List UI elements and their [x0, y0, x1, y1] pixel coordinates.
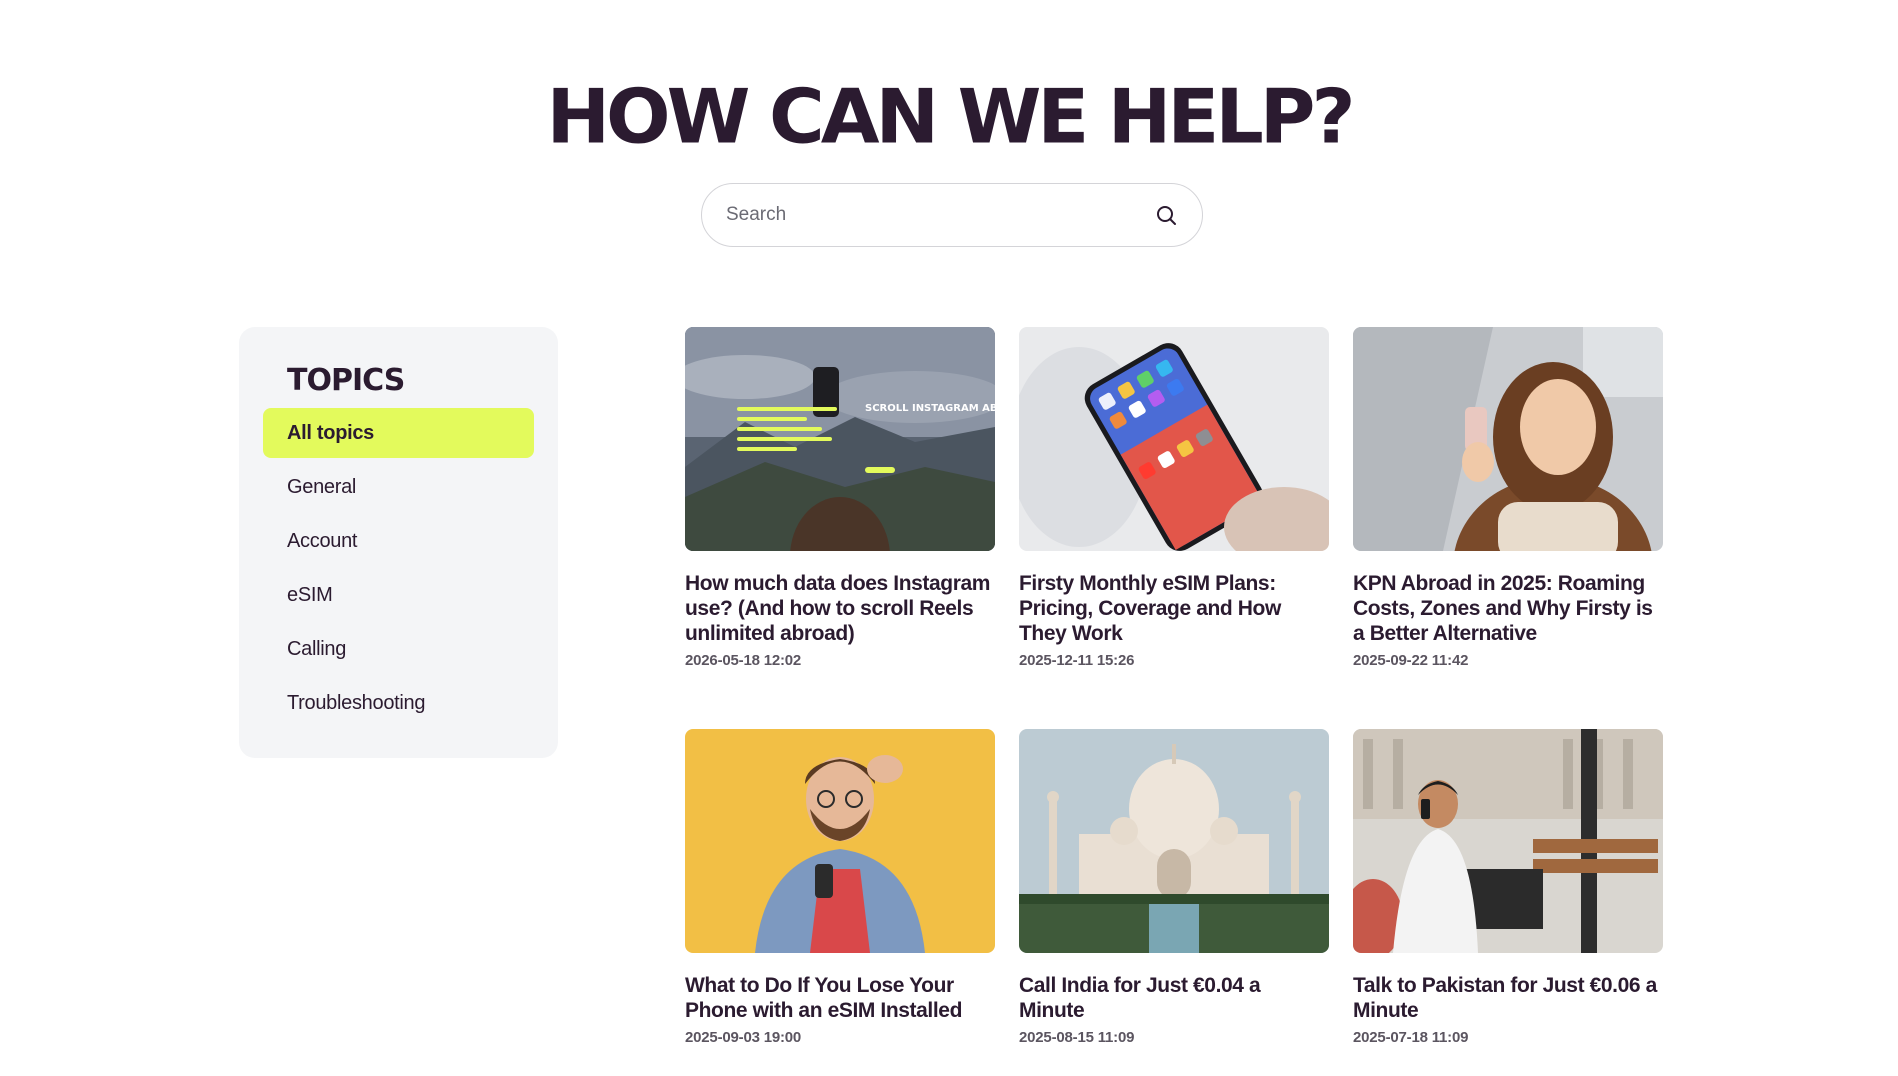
article-date: 2025-12-11 15:26	[1019, 652, 1135, 669]
article-card[interactable]: SCROLL INSTAGRAM ABROAD. FOR FREE How mu…	[685, 327, 995, 669]
article-image-woman-phone	[1353, 327, 1663, 551]
topic-account[interactable]: Account	[263, 516, 534, 566]
article-image-smartphone	[1019, 327, 1329, 551]
topics-panel: TOPICS All topics General Account eSIM C…	[239, 327, 558, 758]
article-image-worried-man	[685, 729, 995, 953]
search-input[interactable]	[726, 204, 1154, 226]
article-card[interactable]: KPN Abroad in 2025: Roaming Costs, Zones…	[1353, 327, 1663, 669]
article-title[interactable]: Talk to Pakistan for Just €0.06 a Minute	[1353, 973, 1663, 1023]
article-image-man-calling	[1353, 729, 1663, 953]
topic-general[interactable]: General	[263, 462, 534, 512]
article-date: 2025-09-03 19:00	[685, 1029, 802, 1046]
article-date: 2026-05-18 12:02	[685, 652, 802, 669]
topic-troubleshooting[interactable]: Troubleshooting	[263, 678, 534, 728]
topic-esim[interactable]: eSIM	[263, 570, 534, 620]
promo-heading-line: SCROLL INSTAGRAM ABROAD. FOR FREE	[865, 403, 995, 414]
article-title[interactable]: Call India for Just €0.04 a Minute	[1019, 973, 1329, 1023]
article-date: 2025-09-22 11:42	[1353, 652, 1469, 669]
article-date: 2025-08-15 11:09	[1019, 1029, 1135, 1046]
article-title[interactable]: How much data does Instagram use? (And h…	[685, 571, 995, 646]
article-card[interactable]: What to Do If You Lose Your Phone with a…	[685, 729, 995, 1046]
article-card[interactable]: Call India for Just €0.04 a Minute 2025-…	[1019, 729, 1329, 1046]
article-title[interactable]: What to Do If You Lose Your Phone with a…	[685, 973, 995, 1023]
article-card[interactable]: Talk to Pakistan for Just €0.06 a Minute…	[1353, 729, 1663, 1046]
topic-calling[interactable]: Calling	[263, 624, 534, 674]
article-title[interactable]: Firsty Monthly eSIM Plans: Pricing, Cove…	[1019, 571, 1329, 646]
article-image-instagram: SCROLL INSTAGRAM ABROAD. FOR FREE	[685, 327, 995, 551]
topic-all-topics[interactable]: All topics	[263, 408, 534, 458]
topics-title: TOPICS	[287, 363, 405, 398]
search-icon[interactable]	[1154, 203, 1178, 227]
article-card[interactable]: Firsty Monthly eSIM Plans: Pricing, Cove…	[1019, 327, 1329, 669]
search-bar[interactable]	[701, 183, 1203, 247]
article-title[interactable]: KPN Abroad in 2025: Roaming Costs, Zones…	[1353, 571, 1663, 646]
article-image-taj-mahal	[1019, 729, 1329, 953]
article-date: 2025-07-18 11:09	[1353, 1029, 1469, 1046]
help-center-page: HOW CAN WE HELP? TOPICS All topics Gener…	[0, 0, 1898, 1076]
page-title: HOW CAN WE HELP?	[546, 72, 1355, 161]
